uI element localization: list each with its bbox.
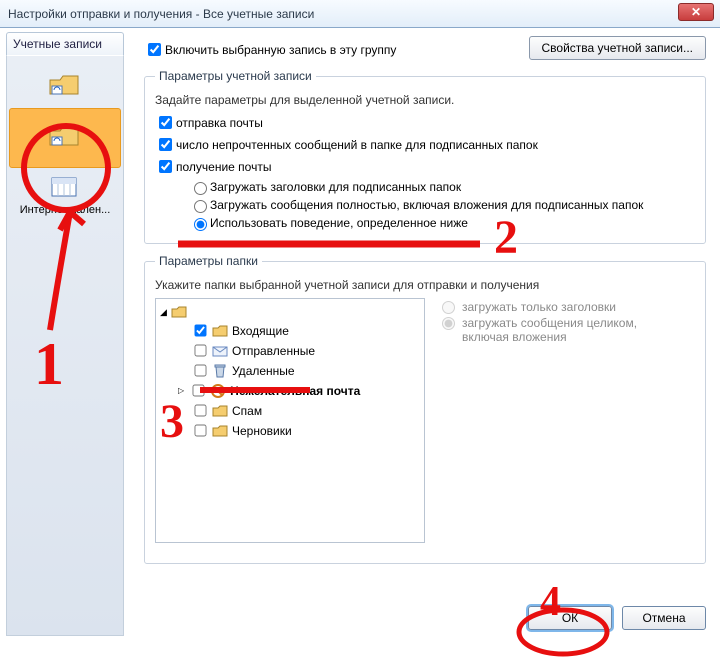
deleted-checkbox[interactable] xyxy=(195,365,207,377)
trash-icon xyxy=(212,364,228,378)
unread-count-label: число непрочтенных сообщений в папке для… xyxy=(176,138,538,152)
ok-button[interactable]: ОК xyxy=(528,606,612,630)
collapse-toggle-icon[interactable]: ◢ xyxy=(160,307,167,318)
download-headers-label: Загружать заголовки для подписанных папо… xyxy=(210,180,461,194)
deleted-label: Удаленные xyxy=(232,364,295,378)
headers-only-label: загружать только заголовки xyxy=(462,300,616,314)
send-mail-label: отправка почты xyxy=(176,116,263,130)
send-mail-checkbox[interactable] xyxy=(159,116,172,129)
main-panel: Включить выбранную запись в эту группу С… xyxy=(132,28,720,638)
accounts-tab[interactable]: Учетные записи xyxy=(6,32,124,56)
account-params-hint: Задайте параметры для выделенной учетной… xyxy=(155,93,695,107)
folder-tree[interactable]: ◢ Входящие Отправленные Удаленные ▷ Нежел… xyxy=(155,298,425,543)
sent-label: Отправленные xyxy=(232,344,315,358)
sent-checkbox[interactable] xyxy=(195,345,207,357)
junk-icon xyxy=(210,384,226,398)
folder-sync-icon xyxy=(48,72,82,98)
drafts-checkbox[interactable] xyxy=(195,425,207,437)
cancel-button[interactable]: Отмена xyxy=(622,606,706,630)
calendar-icon xyxy=(48,174,82,200)
receive-mail-checkbox[interactable] xyxy=(159,160,172,173)
include-label: Включить выбранную запись в эту группу xyxy=(165,43,396,57)
drafts-label: Черновики xyxy=(232,424,292,438)
account-properties-button[interactable]: Свойства учетной записи... xyxy=(529,36,706,60)
expand-toggle-icon[interactable]: ▷ xyxy=(178,386,184,395)
folder-params-group: Параметры папки Укажите папки выбранной … xyxy=(144,254,706,564)
account-item-1[interactable] xyxy=(7,66,123,108)
account-item-3[interactable]: Интернет-кален... xyxy=(7,168,123,222)
account-params-group: Параметры учетной записи Задайте парамет… xyxy=(144,69,706,244)
include-checkbox[interactable] xyxy=(148,43,161,56)
account-params-legend: Параметры учетной записи xyxy=(155,69,316,83)
full-messages-radio xyxy=(442,317,455,330)
folder-download-options: загружать только заголовки загружать соо… xyxy=(437,298,662,543)
sidebar: Учетные записи Интернет-кален... xyxy=(0,28,132,638)
spam-label: Спам xyxy=(232,404,262,418)
download-headers-radio[interactable] xyxy=(194,182,207,195)
close-button[interactable]: ✕ xyxy=(678,3,714,21)
unread-count-checkbox[interactable] xyxy=(159,138,172,151)
download-full-label: Загружать сообщения полностью, включая в… xyxy=(210,198,643,212)
junk-checkbox[interactable] xyxy=(193,385,205,397)
inbox-label: Входящие xyxy=(232,324,289,338)
accounts-list: Интернет-кален... xyxy=(6,56,124,636)
folder-params-hint: Укажите папки выбранной учетной записи д… xyxy=(155,278,695,292)
junk-label: Нежелательная почта xyxy=(230,384,360,398)
folder-params-legend: Параметры папки xyxy=(155,254,262,268)
headers-only-radio xyxy=(442,301,455,314)
receive-mail-label: получение почты xyxy=(176,160,271,174)
folder-icon xyxy=(212,404,228,418)
inbox-checkbox[interactable] xyxy=(195,325,207,337)
full-messages-label: загружать сообщения целиком, включая вло… xyxy=(462,316,662,344)
folder-icon xyxy=(212,324,228,338)
window-title: Настройки отправки и получения - Все уче… xyxy=(8,7,314,21)
title-bar: Настройки отправки и получения - Все уче… xyxy=(0,0,720,28)
use-behavior-radio[interactable] xyxy=(194,218,207,231)
account-item-label: Интернет-кален... xyxy=(11,204,119,216)
download-full-radio[interactable] xyxy=(194,200,207,213)
sent-icon xyxy=(212,344,228,358)
root-folder-icon xyxy=(171,305,187,319)
folder-icon xyxy=(212,424,228,438)
spam-checkbox[interactable] xyxy=(195,405,207,417)
folder-sync-icon xyxy=(48,123,82,149)
use-behavior-label: Использовать поведение, определенное ниж… xyxy=(210,216,468,230)
account-item-2-selected[interactable] xyxy=(9,108,121,168)
